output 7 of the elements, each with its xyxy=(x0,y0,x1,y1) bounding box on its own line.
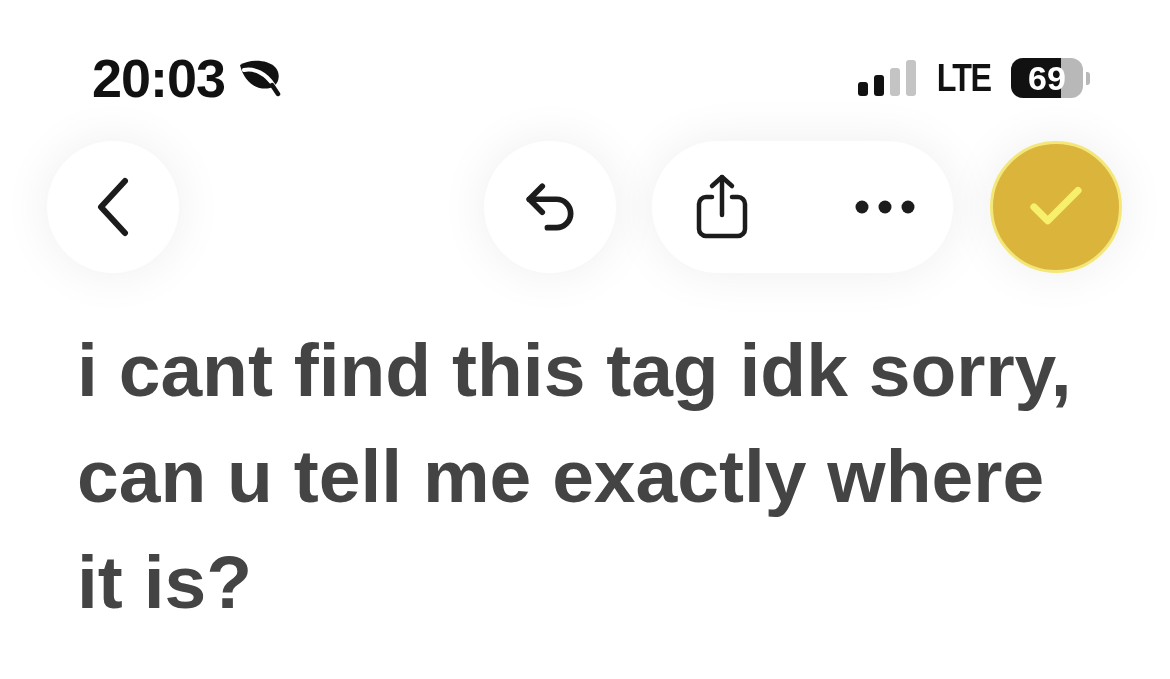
more-dots-icon xyxy=(855,200,915,214)
network-label: LTE xyxy=(936,59,991,97)
status-time: 20:03 xyxy=(92,51,226,105)
share-icon xyxy=(694,173,750,241)
back-chevron-icon xyxy=(96,177,130,237)
signal-bars-icon xyxy=(858,60,917,96)
message-text: i cant find this tag idk sorry, can u tell me exactly where it is? xyxy=(77,327,1073,626)
